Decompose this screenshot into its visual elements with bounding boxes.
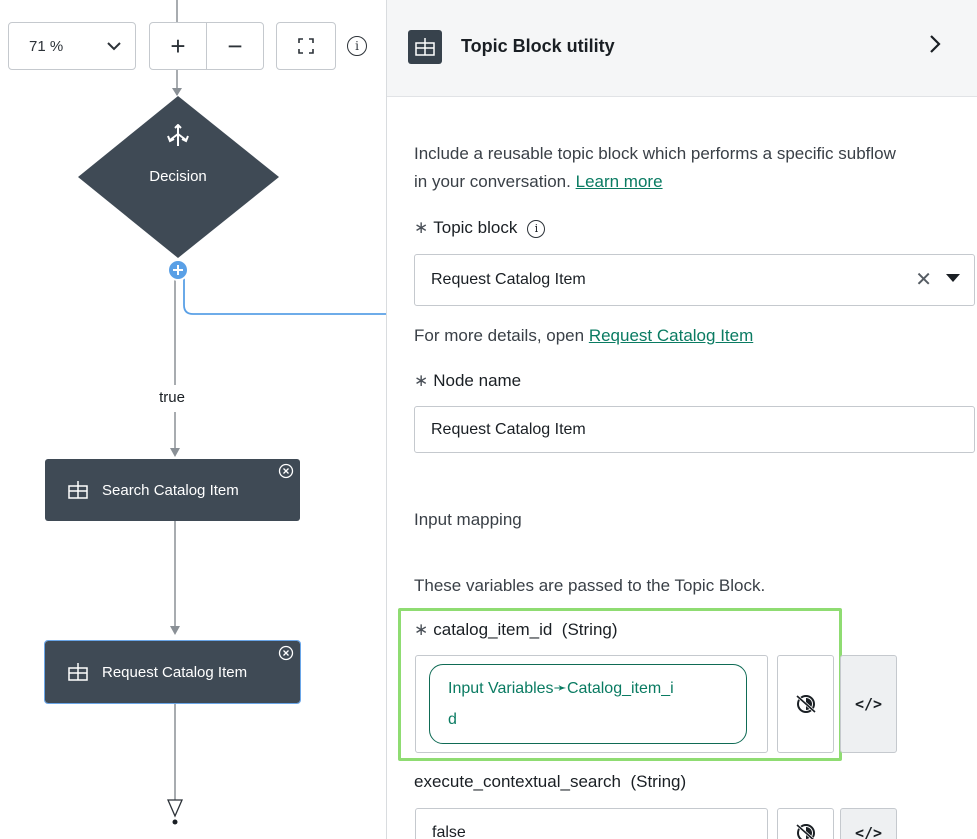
- properties-panel: Topic Block utility Include a reusable t…: [386, 0, 977, 839]
- var1-mapping-field[interactable]: Input Variables➛Catalog_item_i d: [415, 655, 768, 753]
- details-text: For more details, open Request Catalog I…: [414, 322, 914, 350]
- learn-more-link[interactable]: Learn more: [576, 172, 663, 191]
- node-label: Search Catalog Item: [102, 481, 239, 499]
- node-name-value: Request Catalog Item: [431, 420, 586, 438]
- decision-split-icon: [167, 124, 189, 146]
- topic-block-icon: [68, 663, 88, 681]
- fit-to-screen-button[interactable]: [276, 22, 336, 70]
- var2-input[interactable]: false: [415, 808, 768, 839]
- info-icon[interactable]: i: [527, 220, 546, 238]
- zoom-select[interactable]: 71 %: [8, 22, 136, 70]
- data-pill-picker-button[interactable]: [777, 808, 834, 839]
- collapse-panel-button[interactable]: [928, 33, 942, 62]
- var1-name: catalog_item_id: [433, 620, 553, 639]
- required-asterisk: ∗: [414, 218, 429, 237]
- var2-value: false: [432, 824, 466, 839]
- node-name-label-text: Node name: [433, 371, 522, 390]
- data-pill-icon: [795, 694, 816, 714]
- code-icon: </>: [854, 695, 883, 713]
- description-text: in your conversation.: [414, 172, 571, 191]
- script-toggle-button[interactable]: </>: [840, 655, 897, 753]
- description-line-2: in your conversation. Learn more: [414, 168, 974, 196]
- description-line-1: Include a reusable topic block which per…: [414, 144, 896, 163]
- var1-type: (String): [561, 620, 618, 639]
- chevron-right-icon: [930, 35, 941, 53]
- flow-canvas[interactable]: 71 % + − i Decision true Search Catalog …: [0, 0, 386, 839]
- caret-down-icon[interactable]: [946, 274, 960, 282]
- input-mapping-description: These variables are passed to the Topic …: [414, 576, 766, 595]
- flow-connectors: [78, 0, 386, 825]
- var1-label: ∗ catalog_item_id (String): [414, 620, 618, 640]
- topic-block-value: Request Catalog Item: [431, 271, 586, 288]
- node-label: Request Catalog Item: [102, 663, 248, 681]
- code-icon: </>: [854, 824, 883, 839]
- info-icon[interactable]: i: [347, 36, 367, 56]
- zoom-in-button[interactable]: +: [150, 23, 206, 69]
- zoom-out-button[interactable]: −: [206, 23, 263, 69]
- close-icon[interactable]: [278, 645, 294, 661]
- data-pill-icon: [795, 823, 815, 839]
- clear-icon[interactable]: ✕: [915, 267, 932, 292]
- pill-line-2: d: [448, 711, 457, 728]
- topic-block-label-text: Topic block: [433, 218, 518, 237]
- panel-header: Topic Block utility: [387, 0, 977, 97]
- topic-block-icon: [408, 30, 442, 64]
- topic-block-label: ∗ Topic block i: [414, 218, 546, 238]
- var2-label: execute_contextual_search (String): [414, 772, 686, 792]
- var2-name: execute_contextual_search: [414, 772, 621, 791]
- close-icon[interactable]: [278, 463, 294, 479]
- chevron-down-icon: [107, 38, 121, 54]
- app-root: 71 % + − i Decision true Search Catalog …: [0, 0, 977, 839]
- node-name-label: ∗ Node name: [414, 371, 521, 391]
- decision-label: Decision: [149, 168, 207, 185]
- var2-type: (String): [630, 772, 687, 791]
- required-asterisk: ∗: [414, 371, 429, 390]
- zoom-controls: + −: [149, 22, 264, 70]
- details-prefix: For more details, open: [414, 326, 585, 345]
- script-toggle-button[interactable]: </>: [840, 808, 897, 839]
- branch-connector: [183, 278, 386, 315]
- topic-block-select[interactable]: Request Catalog Item ✕: [414, 254, 975, 306]
- node-name-input[interactable]: Request Catalog Item: [414, 406, 975, 453]
- expand-icon: [298, 38, 314, 54]
- pill-line-1: Input Variables➛Catalog_item_i: [448, 680, 674, 697]
- variable-pill[interactable]: Input Variables➛Catalog_item_i d: [429, 664, 747, 744]
- zoom-value: 71 %: [29, 37, 64, 55]
- input-mapping-heading: Input mapping: [414, 510, 522, 529]
- panel-description: Include a reusable topic block which per…: [414, 140, 974, 196]
- node-search-catalog-item[interactable]: Search Catalog Item: [45, 459, 300, 521]
- open-topic-link[interactable]: Request Catalog Item: [589, 326, 753, 345]
- data-pill-picker-button[interactable]: [777, 655, 834, 753]
- node-request-catalog-item[interactable]: Request Catalog Item: [44, 640, 301, 704]
- branch-true-label: true: [159, 389, 185, 406]
- required-asterisk: ∗: [414, 620, 429, 639]
- panel-title: Topic Block utility: [461, 36, 615, 56]
- topic-block-icon: [68, 481, 88, 499]
